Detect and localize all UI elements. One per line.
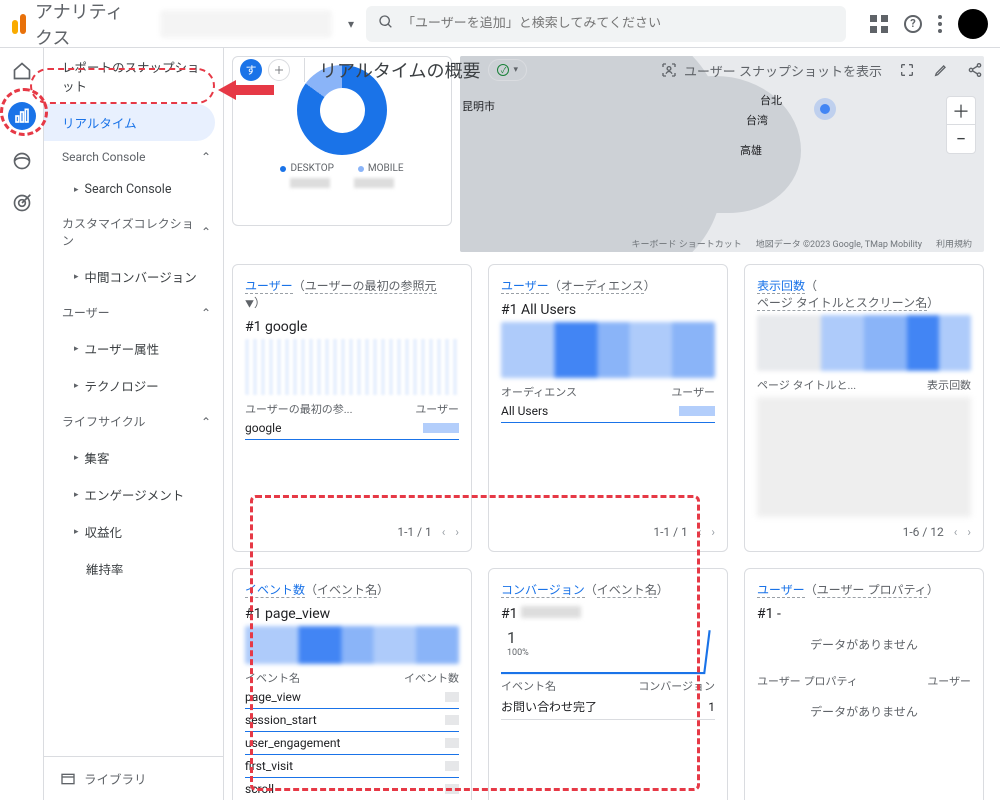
logo: アナリティクス xyxy=(12,0,148,50)
sidebar-section-lifecycle[interactable]: ライフサイクル⌃ xyxy=(44,404,223,439)
check-icon: ✓ xyxy=(497,64,509,76)
sidebar: レポートのスナップショット リアルタイム Search Console⌃ Sea… xyxy=(44,48,224,800)
map-dot xyxy=(820,104,830,114)
more-icon[interactable] xyxy=(938,15,942,33)
search-input[interactable] xyxy=(402,16,834,31)
sidebar-item-snapshot[interactable]: レポートのスナップショット xyxy=(44,48,223,104)
card-users-by-first-source: ユーザー（ユーザーの最初の参照元 ▼） #1 google ユーザーの最初の参.… xyxy=(232,264,472,552)
table-row[interactable]: session_start xyxy=(245,709,459,732)
reports-icon[interactable] xyxy=(8,102,36,130)
prev-page-icon[interactable]: ‹ xyxy=(698,525,702,539)
sidebar-item-acquisition[interactable]: 集客 xyxy=(44,439,223,476)
share-icon[interactable] xyxy=(966,61,984,79)
sidebar-item-user-attributes[interactable]: ユーザー属性 xyxy=(44,330,223,367)
advertising-icon[interactable] xyxy=(11,192,33,214)
status-chip[interactable]: ✓ ▾ xyxy=(488,59,527,81)
sidebar-section-customize[interactable]: カスタマイズコレクション⌃ xyxy=(44,206,223,258)
card-conversions-by-event: コンバージョン（イベント名） #1 1 100% イベント名コンバージョン お問… xyxy=(488,568,728,800)
search-bar[interactable] xyxy=(366,6,846,42)
next-page-icon[interactable]: › xyxy=(455,525,459,539)
prev-page-icon[interactable]: ‹ xyxy=(442,525,446,539)
legend-dot-mobile xyxy=(358,166,364,172)
add-comparison-button[interactable]: ＋ xyxy=(268,59,290,81)
content: す ＋ リアルタイムの概要 ✓ ▾ ユーザー スナップショットを表示 xyxy=(224,48,1000,800)
page-header: す ＋ リアルタイムの概要 ✓ ▾ ユーザー スナップショットを表示 xyxy=(224,48,1000,92)
nav-rail xyxy=(0,48,44,800)
avatar[interactable] xyxy=(958,9,988,39)
comparison-chip[interactable]: す xyxy=(240,59,262,81)
zoom-in-button[interactable]: ＋ xyxy=(947,97,975,125)
home-icon[interactable] xyxy=(11,60,33,82)
sidebar-library[interactable]: ライブラリ xyxy=(44,756,223,800)
snapshot-icon xyxy=(660,61,678,79)
sidebar-item-realtime[interactable]: リアルタイム xyxy=(44,104,215,141)
explore-icon[interactable] xyxy=(11,150,33,172)
sidebar-section-user[interactable]: ユーザー⌃ xyxy=(44,295,223,330)
chevron-down-icon: ▾ xyxy=(513,65,518,75)
table-row[interactable]: page_view xyxy=(245,686,459,709)
sidebar-section-search-console[interactable]: Search Console⌃ xyxy=(44,141,223,173)
sidebar-item-search-console[interactable]: Search Console xyxy=(44,173,223,206)
edit-icon[interactable] xyxy=(932,61,950,79)
zoom-out-button[interactable]: − xyxy=(947,125,975,153)
chevron-down-icon[interactable]: ▾ xyxy=(348,17,354,31)
table-row[interactable]: scroll xyxy=(245,778,459,800)
chevron-down-icon[interactable]: ▼ xyxy=(245,300,254,310)
library-icon xyxy=(60,771,76,787)
map-credits: キーボード ショートカット地図データ ©2023 Google, TMap Mo… xyxy=(632,237,972,250)
next-page-icon[interactable]: › xyxy=(711,525,715,539)
card-events-by-name: イベント数（イベント名） #1 page_view イベント名イベント数 pag… xyxy=(232,568,472,800)
sidebar-item-mid-conversion[interactable]: 中間コンバージョン xyxy=(44,258,223,295)
page-title: リアルタイムの概要 xyxy=(319,57,480,83)
pager: 1-1 / 1‹› xyxy=(245,517,459,539)
apps-icon[interactable] xyxy=(870,15,888,33)
sidebar-item-technology[interactable]: テクノロジー xyxy=(44,367,223,404)
app-title: アナリティクス xyxy=(35,0,140,50)
help-icon[interactable]: ? xyxy=(904,15,922,33)
legend-dot-desktop xyxy=(280,166,286,172)
conversion-sparkline: 1 100% xyxy=(501,626,715,672)
user-snapshot-button[interactable]: ユーザー スナップショットを表示 xyxy=(660,61,882,80)
card-users-by-audience: ユーザー（オーディエンス） #1 All Users オーディエンスユーザー A… xyxy=(488,264,728,552)
fullscreen-icon[interactable] xyxy=(898,61,916,79)
search-icon xyxy=(378,14,394,34)
prev-page-icon[interactable]: ‹ xyxy=(954,525,958,539)
sidebar-item-engagement[interactable]: エンゲージメント xyxy=(44,476,223,513)
card-users-by-property: ユーザー（ユーザー プロパティ） #1 - データがありません ユーザー プロパ… xyxy=(744,568,984,800)
sidebar-item-retention[interactable]: 維持率 xyxy=(44,550,223,587)
next-page-icon[interactable]: › xyxy=(967,525,971,539)
sidebar-item-monetization[interactable]: 収益化 xyxy=(44,513,223,550)
card-views-by-page: 表示回数（ページ タイトルとスクリーン名） ページ タイトルと...表示回数 1… xyxy=(744,264,984,552)
table-row[interactable]: first_visit xyxy=(245,755,459,778)
top-bar: アナリティクス ▾ ? xyxy=(0,0,1000,48)
analytics-logo-icon xyxy=(12,14,29,34)
property-selector[interactable] xyxy=(160,10,332,38)
map-zoom: ＋ − xyxy=(946,96,976,154)
table-row[interactable]: user_engagement xyxy=(245,732,459,755)
